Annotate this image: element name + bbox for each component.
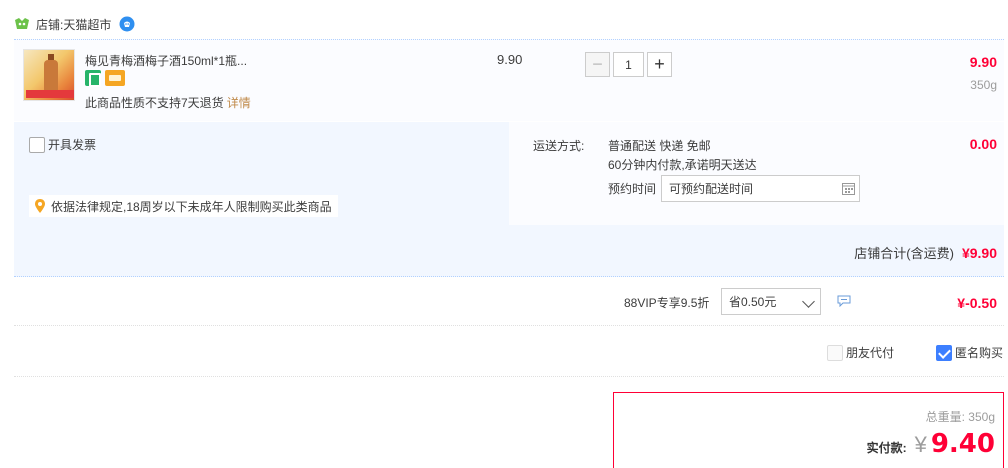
age-restriction-text: 依据法律规定,18周岁以下未成年人限制购买此类商品: [51, 199, 332, 214]
payment-card-badge-icon: [105, 70, 125, 86]
purchase-options-row: 朋友代付 匿名购买: [14, 327, 1004, 377]
seven-day-return-badge-icon: [85, 70, 101, 87]
decrease-quantity-button[interactable]: −: [585, 52, 610, 77]
bottle-shape: [44, 60, 58, 94]
shop-subtotal-label: 店铺合计(含运费): [854, 246, 954, 261]
product-thumbnail[interactable]: [23, 49, 75, 101]
quantity-stepper: − 1 +: [585, 52, 672, 77]
shop-header: 店铺:天猫超市: [14, 14, 135, 34]
amount-payable-label: 实付款:: [866, 441, 907, 455]
delivery-panel: 运送方式: 普通配送 快递 免邮 60分钟内付款,承诺明天送达 预约时间 可预约…: [509, 122, 1004, 225]
item-total-price: 9.90: [969, 54, 997, 70]
friend-pay-option[interactable]: 朋友代付: [827, 344, 894, 361]
total-weight: 总重量: 350g: [925, 410, 995, 424]
vip-discount-amount: ¥-0.50: [957, 295, 997, 311]
vip-discount-select-value: 省0.50元: [729, 295, 777, 309]
location-pin-icon: [35, 199, 45, 213]
unit-price: 9.90: [497, 52, 523, 67]
amount-payable-value: 9.40: [930, 429, 995, 459]
vip-discount-select[interactable]: 省0.50元: [721, 288, 821, 315]
chevron-down-icon: [802, 295, 815, 308]
details-link[interactable]: 详情: [227, 96, 251, 110]
invoice-checkbox[interactable]: [29, 136, 45, 153]
appointment-time-picker[interactable]: 可预约配送时间: [661, 175, 860, 202]
product-badges: [85, 70, 125, 87]
invoice-label: 开具发票: [48, 138, 97, 152]
shipping-fee: 0.00: [969, 136, 997, 152]
product-title[interactable]: 梅见青梅酒梅子酒150ml*1瓶...: [85, 52, 247, 69]
vip-discount-row: 88VIP专享9.5折 省0.50元 ¥-0.50: [14, 282, 1004, 326]
comment-icon[interactable]: [837, 295, 851, 307]
return-notice-text: 此商品性质不支持7天退货: [85, 96, 224, 110]
shop-name[interactable]: 店铺:天猫超市: [36, 16, 111, 33]
cart-item-row: 梅见青梅酒梅子酒150ml*1瓶... 此商品性质不支持7天退货 详情 9.90 …: [14, 39, 1004, 121]
shipping-method: 普通配送 快递 免邮: [608, 139, 711, 153]
friend-pay-label: 朋友代付: [846, 346, 895, 360]
friend-pay-checkbox[interactable]: [827, 344, 843, 361]
anonymous-purchase-label: 匿名购买: [955, 346, 1004, 360]
amount-payable: 实付款: ¥ 9.40: [867, 429, 995, 459]
quantity-input[interactable]: 1: [613, 52, 644, 77]
delivery-promise: 60分钟内付款,承诺明天送达: [608, 158, 757, 172]
invoice-option[interactable]: 开具发票: [29, 136, 96, 153]
shipping-method-label: 运送方式:: [533, 139, 585, 153]
shipping-section: 开具发票 依据法律规定,18周岁以下未成年人限制购买此类商品 运送方式: 普通配…: [14, 122, 1004, 277]
tmall-shop-icon: [15, 18, 29, 29]
order-summary: 总重量: 350g 实付款: ¥ 9.40: [613, 392, 1004, 468]
anonymous-purchase-checkbox[interactable]: [936, 344, 952, 361]
currency-symbol: ¥: [914, 432, 927, 457]
shop-subtotal-value: ¥9.90: [961, 245, 997, 261]
wangwang-chat-icon[interactable]: [119, 16, 135, 32]
invoice-panel: 开具发票 依据法律规定,18周岁以下未成年人限制购买此类商品: [14, 122, 509, 225]
age-restriction-tip: 依据法律规定,18周岁以下未成年人限制购买此类商品: [29, 195, 338, 217]
price-tag-shape: [26, 90, 74, 98]
vip-discount-label: 88VIP专享9.5折: [624, 296, 710, 310]
appointment-time-label: 预约时间: [608, 182, 657, 196]
return-notice: 此商品性质不支持7天退货 详情: [85, 94, 251, 111]
shop-subtotal: 店铺合计(含运费) ¥9.90: [854, 243, 997, 262]
increase-quantity-button[interactable]: +: [647, 52, 672, 77]
calendar-icon[interactable]: [842, 182, 855, 195]
item-weight: 350g: [970, 78, 997, 92]
anonymous-purchase-option[interactable]: 匿名购买: [936, 344, 1003, 361]
appointment-time-value: 可预约配送时间: [669, 182, 754, 196]
